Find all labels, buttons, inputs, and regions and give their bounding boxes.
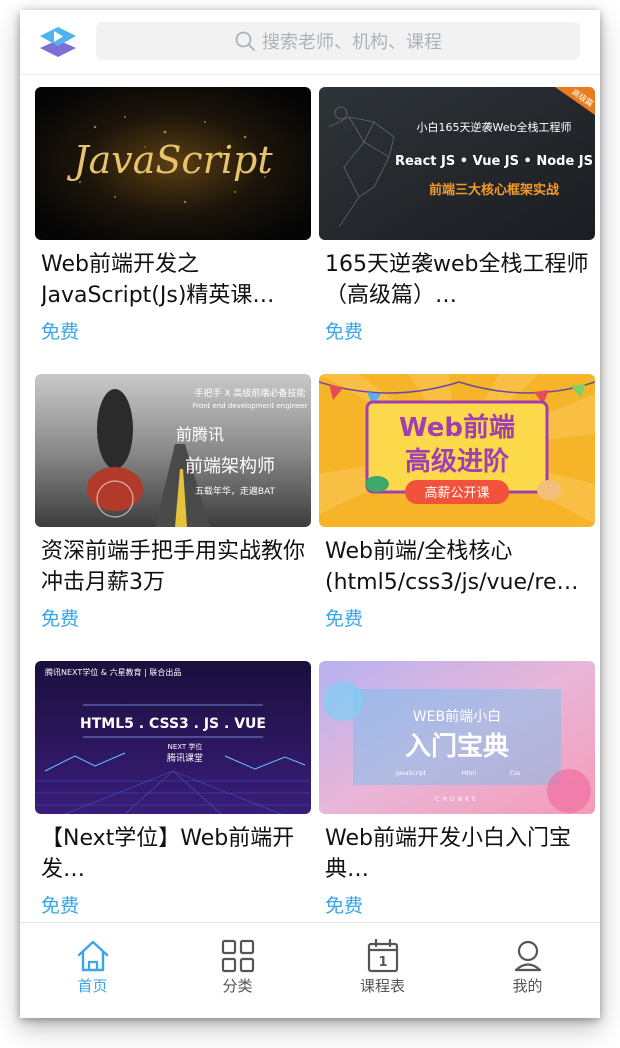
- svg-text:Front end development engineer: Front end development engineer: [193, 402, 308, 410]
- tab-profile-label: 我的: [512, 977, 543, 995]
- svg-text:Css: Css: [510, 770, 520, 777]
- svg-text:小白165天逆袭Web全栈工程师: 小白165天逆袭Web全栈工程师: [417, 120, 572, 134]
- course-price: 免费: [325, 321, 364, 343]
- course-card[interactable]: 高级篇 小白165天逆袭Web全栈工程师 React JS • Vue JS •…: [319, 87, 595, 357]
- svg-text:React JS • Vue JS • Node JS: React JS • Vue JS • Node JS: [395, 154, 593, 169]
- tab-home[interactable]: 首页: [20, 923, 165, 1018]
- tab-schedule-label: 课程表: [359, 977, 405, 995]
- course-thumbnail[interactable]: 手把手 X 高级前端必备技能 Front end development eng…: [35, 374, 311, 527]
- svg-text:前端架构师: 前端架构师: [185, 456, 275, 477]
- course-price: 免费: [41, 608, 80, 630]
- course-card[interactable]: WEB前端小白 入门宝典 JavaScript Html Css CHONKE …: [319, 661, 595, 931]
- bottom-tab-bar: 首页 分类 1 课程表 我的: [20, 922, 600, 1018]
- course-price: 免费: [41, 895, 80, 917]
- svg-text:NEXT 学位: NEXT 学位: [168, 742, 203, 751]
- course-card[interactable]: Web前端 高级进阶 高薪公开课 Web前端/全栈核心(html5/css3/j…: [319, 374, 595, 644]
- course-card[interactable]: 手把手 X 高级前端必备技能 Front end development eng…: [35, 374, 311, 644]
- course-card[interactable]: JavaScript Web前端开发之JavaScript(Js)精英课… 免费: [35, 87, 311, 357]
- grid-icon: [221, 939, 254, 973]
- course-thumbnail[interactable]: 腾讯NEXT学位 & 六星教育 | 联合出品 HTML5 . CSS3 . JS…: [35, 661, 311, 814]
- search-placeholder: 搜索老师、机构、课程: [262, 32, 442, 53]
- course-title[interactable]: Web前端/全栈核心(html5/css3/js/vue/re…: [325, 536, 593, 598]
- course-price: 免费: [325, 895, 364, 917]
- course-thumbnail[interactable]: WEB前端小白 入门宝典 JavaScript Html Css CHONKE: [319, 661, 595, 814]
- thumbnail-title-text: JavaScript: [66, 138, 273, 182]
- course-price: 免费: [41, 321, 80, 343]
- calendar-icon: 1: [367, 938, 398, 973]
- svg-text:腾讯课堂: 腾讯课堂: [167, 752, 203, 764]
- svg-text:腾讯NEXT学位 & 六星教育 | 联合出品: 腾讯NEXT学位 & 六星教育 | 联合出品: [45, 667, 181, 677]
- svg-text:高薪公开课: 高薪公开课: [424, 485, 489, 501]
- app-logo-icon[interactable]: [38, 24, 78, 62]
- svg-text:Web前端: Web前端: [399, 412, 515, 443]
- svg-text:高级进阶: 高级进阶: [405, 446, 509, 477]
- course-title[interactable]: 165天逆袭web全栈工程师（高级篇）…: [325, 249, 593, 311]
- header-divider: [20, 74, 600, 75]
- course-title[interactable]: Web前端开发之JavaScript(Js)精英课…: [41, 249, 309, 311]
- search-input[interactable]: 搜索老师、机构、课程: [96, 22, 580, 60]
- home-icon: [77, 940, 108, 972]
- tab-category-label: 分类: [222, 977, 253, 995]
- tab-home-label: 首页: [77, 977, 108, 995]
- course-title[interactable]: 【Next学位】Web前端开发…: [41, 823, 309, 885]
- course-thumbnail[interactable]: JavaScript: [35, 87, 311, 240]
- course-thumbnail[interactable]: 高级篇 小白165天逆袭Web全栈工程师 React JS • Vue JS •…: [319, 87, 595, 240]
- svg-text:Html: Html: [462, 770, 477, 777]
- tab-profile[interactable]: 我的: [455, 923, 600, 1018]
- course-card[interactable]: 腾讯NEXT学位 & 六星教育 | 联合出品 HTML5 . CSS3 . JS…: [35, 661, 311, 931]
- course-price: 免费: [325, 608, 364, 630]
- user-icon: [514, 940, 541, 972]
- svg-text:五载年华，走遍BAT: 五载年华，走遍BAT: [195, 485, 276, 497]
- svg-text:入门宝典: 入门宝典: [405, 731, 509, 762]
- svg-text:前腾讯: 前腾讯: [176, 425, 224, 444]
- svg-text:手把手 X 高级前端必备技能: 手把手 X 高级前端必备技能: [195, 387, 306, 399]
- svg-text:JavaScript: JavaScript: [395, 770, 427, 777]
- course-title[interactable]: Web前端开发小白入门宝典…: [325, 823, 593, 885]
- top-bar: 搜索老师、机构、课程: [20, 10, 600, 74]
- app-screen: 搜索老师、机构、课程 JavaScript Web前端开发之JavaScript…: [20, 10, 600, 1018]
- search-icon: [235, 31, 255, 51]
- course-thumbnail[interactable]: Web前端 高级进阶 高薪公开课: [319, 374, 595, 527]
- svg-text:1: 1: [378, 955, 387, 970]
- svg-text:CHONKE: CHONKE: [435, 796, 479, 803]
- svg-text:HTML5 . CSS3 . JS . VUE: HTML5 . CSS3 . JS . VUE: [80, 716, 266, 732]
- tab-category[interactable]: 分类: [165, 923, 310, 1018]
- svg-text:前端三大核心框架实战: 前端三大核心框架实战: [429, 182, 559, 198]
- svg-text:WEB前端小白: WEB前端小白: [413, 708, 501, 725]
- course-title[interactable]: 资深前端手把手用实战教你冲击月薪3万: [41, 536, 309, 598]
- tab-schedule[interactable]: 1 课程表: [310, 923, 455, 1018]
